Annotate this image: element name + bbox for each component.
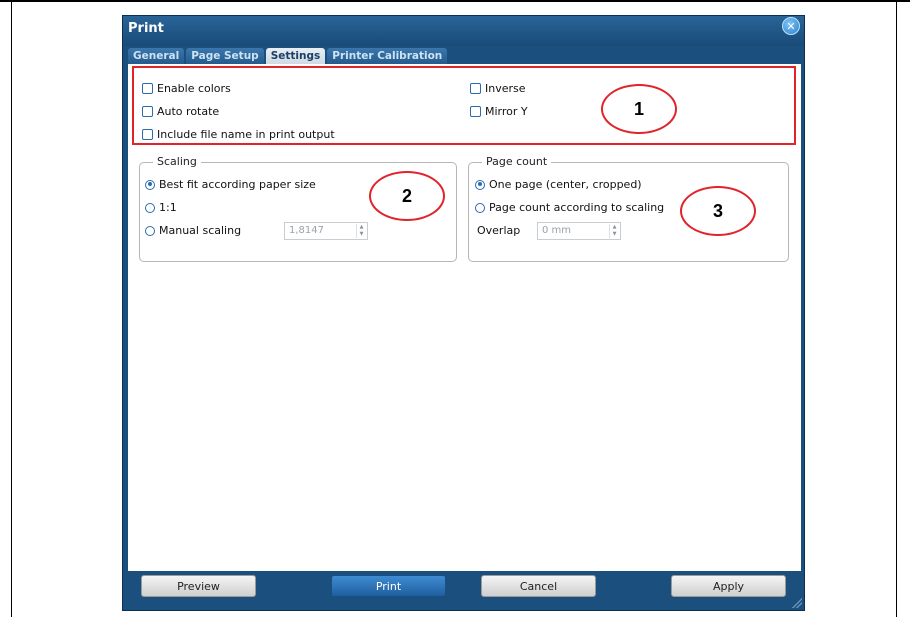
according-scaling-label: Page count according to scaling xyxy=(489,201,665,214)
window-title: Print xyxy=(128,21,164,36)
one-to-one-radio[interactable] xyxy=(145,202,155,213)
manual-scaling-radio[interactable] xyxy=(145,225,155,236)
enable-colors-label: Enable colors xyxy=(157,82,231,95)
auto-rotate-checkbox[interactable] xyxy=(142,106,153,117)
inverse-checkbox[interactable] xyxy=(470,83,481,94)
overlap-row: Overlap xyxy=(477,224,520,237)
inverse-option[interactable]: Inverse xyxy=(470,82,526,95)
one-page-label: One page (center, cropped) xyxy=(489,178,642,191)
overlap-label: Overlap xyxy=(477,224,521,237)
manual-scaling-option[interactable]: Manual scaling xyxy=(145,224,241,237)
callout-3: 3 xyxy=(680,186,756,236)
one-page-radio[interactable] xyxy=(475,179,485,190)
one-to-one-option[interactable]: 1:1 xyxy=(145,201,177,214)
close-button[interactable]: ✕ xyxy=(782,17,800,35)
settings-panel: Enable colors Auto rotate Include file n… xyxy=(128,64,801,571)
document-frame-top xyxy=(0,0,910,2)
according-scaling-radio[interactable] xyxy=(475,202,485,213)
document-frame-left xyxy=(11,0,12,617)
title-bar: Print ✕ xyxy=(123,16,804,46)
best-fit-label: Best fit according paper size xyxy=(159,178,316,191)
enable-colors-option[interactable]: Enable colors xyxy=(142,82,231,95)
button-bar: Preview Print Cancel Apply xyxy=(123,575,804,599)
scaling-group-label: Scaling xyxy=(153,155,201,168)
page-count-group-label: Page count xyxy=(482,155,552,168)
tab-settings[interactable]: Settings xyxy=(265,48,326,64)
cancel-button[interactable]: Cancel xyxy=(481,575,596,597)
one-to-one-label: 1:1 xyxy=(159,201,177,214)
mirror-y-checkbox[interactable] xyxy=(470,106,481,117)
best-fit-option[interactable]: Best fit according paper size xyxy=(145,178,316,191)
spinner-arrows-icon[interactable]: ▲ ▼ xyxy=(609,224,619,238)
manual-scaling-label: Manual scaling xyxy=(159,224,242,237)
callout-2: 2 xyxy=(369,171,445,221)
tab-bar: General Page Setup Settings Printer Cali… xyxy=(128,48,449,64)
auto-rotate-option[interactable]: Auto rotate xyxy=(142,105,219,118)
tab-page-setup[interactable]: Page Setup xyxy=(186,48,264,64)
include-file-name-label: Include file name in print output xyxy=(157,128,335,141)
according-scaling-option[interactable]: Page count according to scaling xyxy=(475,201,664,214)
enable-colors-checkbox[interactable] xyxy=(142,83,153,94)
auto-rotate-label: Auto rotate xyxy=(157,105,220,118)
include-file-name-checkbox[interactable] xyxy=(142,129,153,140)
spinner-arrows-icon[interactable]: ▲ ▼ xyxy=(356,224,366,238)
print-button[interactable]: Print xyxy=(331,575,446,597)
tab-general[interactable]: General xyxy=(128,48,185,64)
overlap-value: 0 mm xyxy=(542,225,572,236)
inverse-label: Inverse xyxy=(485,82,526,95)
include-file-name-option[interactable]: Include file name in print output xyxy=(142,128,335,141)
preview-button[interactable]: Preview xyxy=(141,575,256,597)
resize-grip-icon[interactable] xyxy=(792,598,802,608)
document-frame-right xyxy=(896,0,897,617)
mirror-y-option[interactable]: Mirror Y xyxy=(470,105,528,118)
manual-scaling-input[interactable]: 1,8147 ▲ ▼ xyxy=(284,222,368,240)
apply-button[interactable]: Apply xyxy=(671,575,786,597)
close-icon: ✕ xyxy=(786,19,796,33)
overlap-input[interactable]: 0 mm ▲ ▼ xyxy=(537,222,621,240)
tab-printer-calibration[interactable]: Printer Calibration xyxy=(327,48,448,64)
mirror-y-label: Mirror Y xyxy=(485,105,528,118)
one-page-option[interactable]: One page (center, cropped) xyxy=(475,178,642,191)
manual-scaling-value: 1,8147 xyxy=(289,225,324,236)
callout-1: 1 xyxy=(601,84,677,134)
print-dialog: Print ✕ General Page Setup Settings Prin… xyxy=(122,15,805,611)
best-fit-radio[interactable] xyxy=(145,179,155,190)
